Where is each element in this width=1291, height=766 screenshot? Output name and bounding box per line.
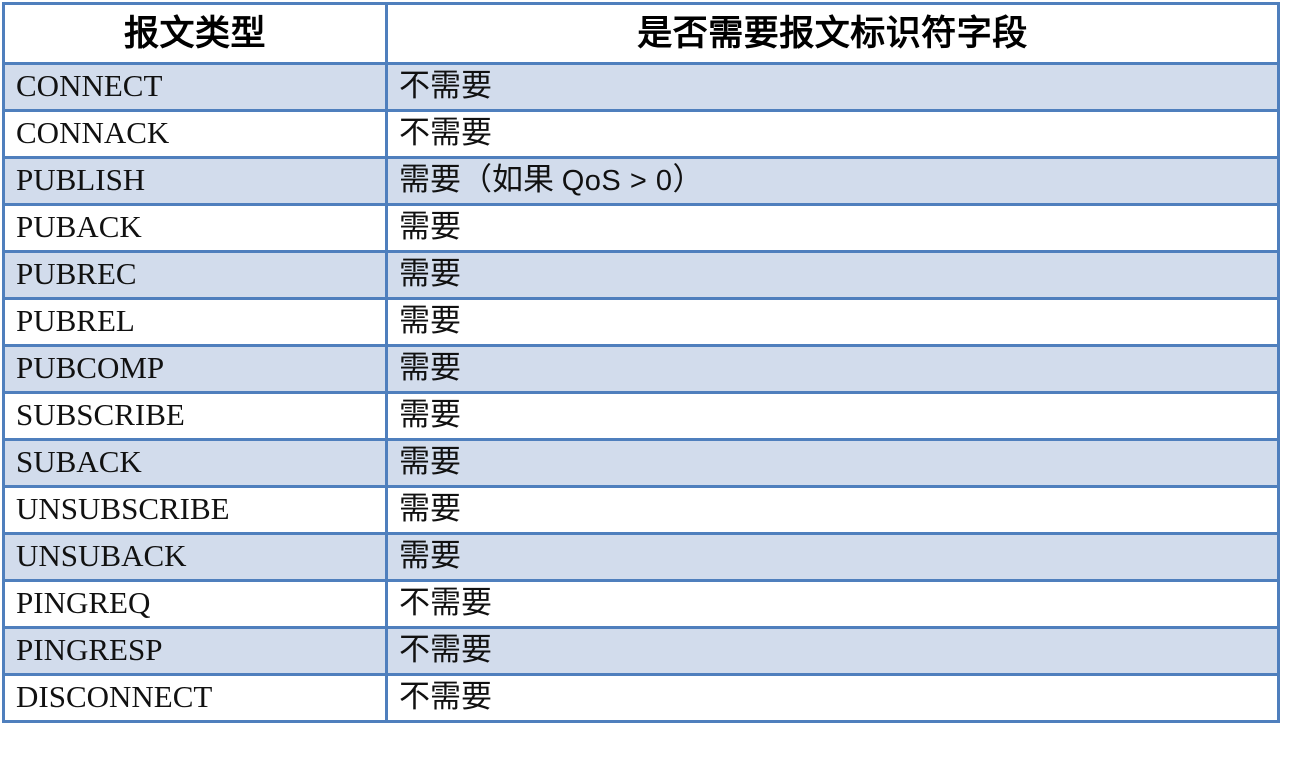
cell-packet-type: PUBREL [2, 297, 388, 347]
packet-identifier-table-wrapper: 报文类型 是否需要报文标识符字段 CONNECT 不需要 CONNACK 不需要 PUB… [2, 2, 1280, 723]
cell-packet-type: SUBACK [2, 438, 388, 488]
cell-needs-identifier-text: 需要 [399, 444, 461, 479]
table-row: PINGRESP 不需要 [2, 626, 1280, 676]
table-row: UNSUBACK 需要 [2, 532, 1280, 582]
cell-needs-identifier: 需要 [385, 532, 1280, 582]
table-row: DISCONNECT 不需要 [2, 673, 1280, 723]
cell-needs-identifier-text: 需要 [399, 303, 461, 338]
cell-packet-type: DISCONNECT [2, 673, 388, 723]
cell-needs-identifier: 需要 [385, 250, 1280, 300]
cell-needs-identifier-text: 需要 [399, 256, 461, 291]
needs-identifier-prefix: 需要（如果 [399, 161, 562, 197]
cell-packet-type: UNSUBACK [2, 532, 388, 582]
cell-needs-identifier: 需要 [385, 391, 1280, 441]
table-row: PUBREL 需要 [2, 297, 1280, 347]
table-row: PUBLISH 需要（如果 QoS > 0） [2, 156, 1280, 206]
cell-packet-type-text: SUBACK [16, 444, 142, 479]
table-row: SUBACK 需要 [2, 438, 1280, 488]
cell-packet-type: PUBCOMP [2, 344, 388, 394]
cell-needs-identifier: 需要 [385, 297, 1280, 347]
column-header-packet-type-label: 报文类型 [123, 13, 266, 53]
table-body: CONNECT 不需要 CONNACK 不需要 PUBLISH 需要（如果 QoS > 0… [2, 62, 1280, 723]
cell-needs-identifier: 需要 [385, 485, 1280, 535]
table-row: PUBCOMP 需要 [2, 344, 1280, 394]
cell-packet-type-text: UNSUBSCRIBE [16, 491, 230, 526]
cell-needs-identifier-text: 需要 [399, 491, 461, 526]
cell-needs-identifier: 需要（如果 QoS > 0） [385, 156, 1280, 206]
cell-packet-type: CONNACK [2, 109, 388, 159]
cell-packet-type: PUBREC [2, 250, 388, 300]
table-row: PINGREQ 不需要 [2, 579, 1280, 629]
table-row: SUBSCRIBE 需要 [2, 391, 1280, 441]
table-row: CONNECT 不需要 [2, 62, 1280, 112]
table-row: PUBREC 需要 [2, 250, 1280, 300]
cell-needs-identifier-text: 需要 [399, 538, 461, 573]
cell-needs-identifier: 不需要 [385, 626, 1280, 676]
cell-needs-identifier: 需要 [385, 344, 1280, 394]
cell-packet-type-text: PINGREQ [16, 585, 151, 620]
cell-needs-identifier-text: 不需要 [399, 115, 492, 150]
cell-packet-type-text: PUBREC [16, 256, 137, 291]
cell-packet-type-text: PUBREL [16, 303, 135, 338]
cell-packet-type-text: UNSUBACK [16, 538, 187, 573]
cell-needs-identifier-text: 不需要 [399, 585, 492, 620]
cell-needs-identifier-text: 需要 [399, 209, 461, 244]
cell-packet-type: PUBLISH [2, 156, 388, 206]
cell-needs-identifier-text: 不需要 [399, 632, 492, 667]
cell-packet-type-text: SUBSCRIBE [16, 397, 185, 432]
cell-needs-identifier: 不需要 [385, 62, 1280, 112]
cell-packet-type: PINGREQ [2, 579, 388, 629]
cell-packet-type-text: DISCONNECT [16, 679, 213, 714]
cell-packet-type-text: PUBCOMP [16, 350, 165, 385]
cell-packet-type: UNSUBSCRIBE [2, 485, 388, 535]
column-header-packet-type: 报文类型 [2, 2, 388, 65]
table-row: UNSUBSCRIBE 需要 [2, 485, 1280, 535]
needs-identifier-suffix: ） [672, 161, 704, 197]
cell-needs-identifier: 不需要 [385, 579, 1280, 629]
table-header-row: 报文类型 是否需要报文标识符字段 [2, 2, 1280, 65]
cell-packet-type: SUBSCRIBE [2, 391, 388, 441]
packet-identifier-table: 报文类型 是否需要报文标识符字段 CONNECT 不需要 CONNACK 不需要 PUB… [2, 2, 1280, 723]
cell-packet-type: PUBACK [2, 203, 388, 253]
cell-packet-type-text: PUBACK [16, 209, 142, 244]
cell-needs-identifier: 不需要 [385, 673, 1280, 723]
column-header-needs-identifier: 是否需要报文标识符字段 [385, 2, 1280, 65]
cell-needs-identifier-text: 不需要 [399, 68, 492, 103]
cell-needs-identifier: 不需要 [385, 109, 1280, 159]
cell-needs-identifier-text: 需要（如果 QoS > 0） [390, 161, 1276, 198]
cell-needs-identifier-text: 需要 [399, 397, 461, 432]
needs-identifier-qos-condition: QoS > 0 [561, 164, 673, 197]
table-row: CONNACK 不需要 [2, 109, 1280, 159]
cell-packet-type-text: CONNACK [16, 115, 170, 150]
table-row: PUBACK 需要 [2, 203, 1280, 253]
cell-packet-type: PINGRESP [2, 626, 388, 676]
column-header-needs-identifier-label: 是否需要报文标识符字段 [637, 13, 1028, 53]
cell-packet-type-text: CONNECT [16, 68, 163, 103]
cell-packet-type-text: PUBLISH [16, 162, 146, 197]
page-root: 报文类型 是否需要报文标识符字段 CONNECT 不需要 CONNACK 不需要 PUB… [0, 0, 1291, 766]
cell-needs-identifier-text: 需要 [399, 350, 461, 385]
cell-packet-type: CONNECT [2, 62, 388, 112]
cell-needs-identifier: 需要 [385, 203, 1280, 253]
table-header: 报文类型 是否需要报文标识符字段 [2, 2, 1280, 65]
cell-needs-identifier-text: 不需要 [399, 679, 492, 714]
cell-needs-identifier: 需要 [385, 438, 1280, 488]
cell-packet-type-text: PINGRESP [16, 632, 163, 667]
